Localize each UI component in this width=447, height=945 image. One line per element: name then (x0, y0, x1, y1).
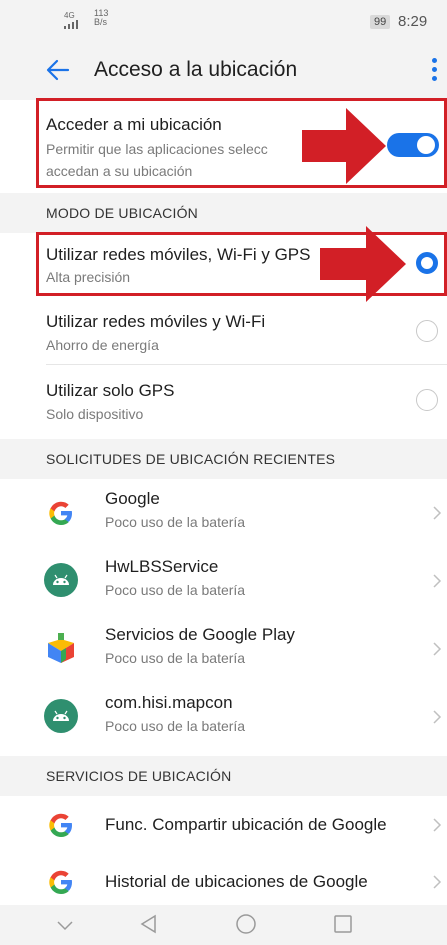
signal-bars-icon (64, 20, 78, 29)
app-bar: Acceso a la ubicación (0, 44, 447, 100)
service-label: Historial de ubicaciones de Google (105, 872, 368, 891)
back-arrow-icon[interactable] (44, 56, 72, 84)
network-speed: 113 B/s (94, 9, 108, 27)
speed-unit: B/s (94, 17, 108, 27)
chevron-right-icon (433, 574, 442, 588)
mode-option-gps-only[interactable]: Utilizar solo GPS Solo dispositivo (0, 365, 447, 433)
section-header-services: SERVICIOS DE UBICACIÓN (0, 756, 447, 796)
status-bar: 4G 113 B/s 99 8:29 (0, 0, 447, 44)
chevron-right-icon (433, 818, 442, 832)
google-icon (49, 501, 72, 525)
service-label: Func. Compartir ubicación de Google (105, 815, 387, 834)
play-services-icon (48, 633, 74, 663)
app-usage: Poco uso de la batería (105, 582, 246, 598)
mode-option-battery-saving[interactable]: Utilizar redes móviles y Wi-Fi Ahorro de… (0, 296, 447, 364)
navigation-bar (0, 905, 447, 945)
service-row[interactable]: Func. Compartir ubicación de Google (0, 796, 447, 854)
page-title: Acceso a la ubicación (94, 58, 298, 81)
android-icon (44, 699, 78, 733)
chevron-down-icon[interactable] (56, 919, 74, 931)
app-name: Servicios de Google Play (105, 625, 295, 644)
section-header-recent: SOLICITUDES DE UBICACIÓN RECIENTES (0, 439, 447, 479)
chevron-right-icon (433, 506, 442, 520)
radio-battery-saving[interactable] (416, 320, 438, 342)
back-triangle-icon[interactable] (139, 914, 157, 934)
app-usage: Poco uso de la batería (105, 650, 246, 666)
mode-option-subtitle: Ahorro de energía (46, 337, 159, 353)
app-usage: Poco uso de la batería (105, 514, 246, 530)
app-name: HwLBSService (105, 557, 219, 576)
chevron-right-icon (433, 710, 442, 724)
home-circle-icon[interactable] (235, 913, 257, 935)
chevron-right-icon (433, 875, 442, 889)
google-icon (49, 813, 72, 837)
mode-option-subtitle: Solo dispositivo (46, 406, 144, 422)
service-row[interactable]: Historial de ubicaciones de Google (0, 855, 447, 905)
red-arrow-icon (320, 226, 406, 302)
recent-app-row[interactable]: com.hisi.mapcon Poco uso de la batería (0, 683, 447, 751)
battery-indicator: 99 (370, 15, 391, 29)
section-label-recent: SOLICITUDES DE UBICACIÓN RECIENTES (46, 451, 336, 467)
chevron-right-icon (433, 642, 442, 656)
section-label-services: SERVICIOS DE UBICACIÓN (46, 768, 232, 784)
signal-label: 4G (64, 11, 75, 20)
recent-app-row[interactable]: Servicios de Google Play Poco uso de la … (0, 615, 447, 683)
more-options-icon[interactable] (432, 58, 438, 84)
red-arrow-icon (302, 108, 386, 184)
recent-app-row[interactable]: HwLBSService Poco uso de la batería (0, 547, 447, 615)
mode-option-title: Utilizar solo GPS (46, 381, 175, 400)
app-name: Google (105, 489, 160, 508)
radio-gps-only[interactable] (416, 389, 438, 411)
app-usage: Poco uso de la batería (105, 718, 246, 734)
google-icon (49, 870, 72, 894)
signal-indicator: 4G (64, 12, 80, 31)
clock: 8:29 (398, 13, 428, 30)
section-label-mode: MODO DE UBICACIÓN (46, 205, 198, 221)
mode-option-title: Utilizar redes móviles y Wi-Fi (46, 312, 266, 331)
app-name: com.hisi.mapcon (105, 693, 233, 712)
recents-square-icon[interactable] (333, 914, 353, 934)
recent-app-row[interactable]: Google Poco uso de la batería (0, 479, 447, 547)
android-icon (44, 563, 78, 597)
